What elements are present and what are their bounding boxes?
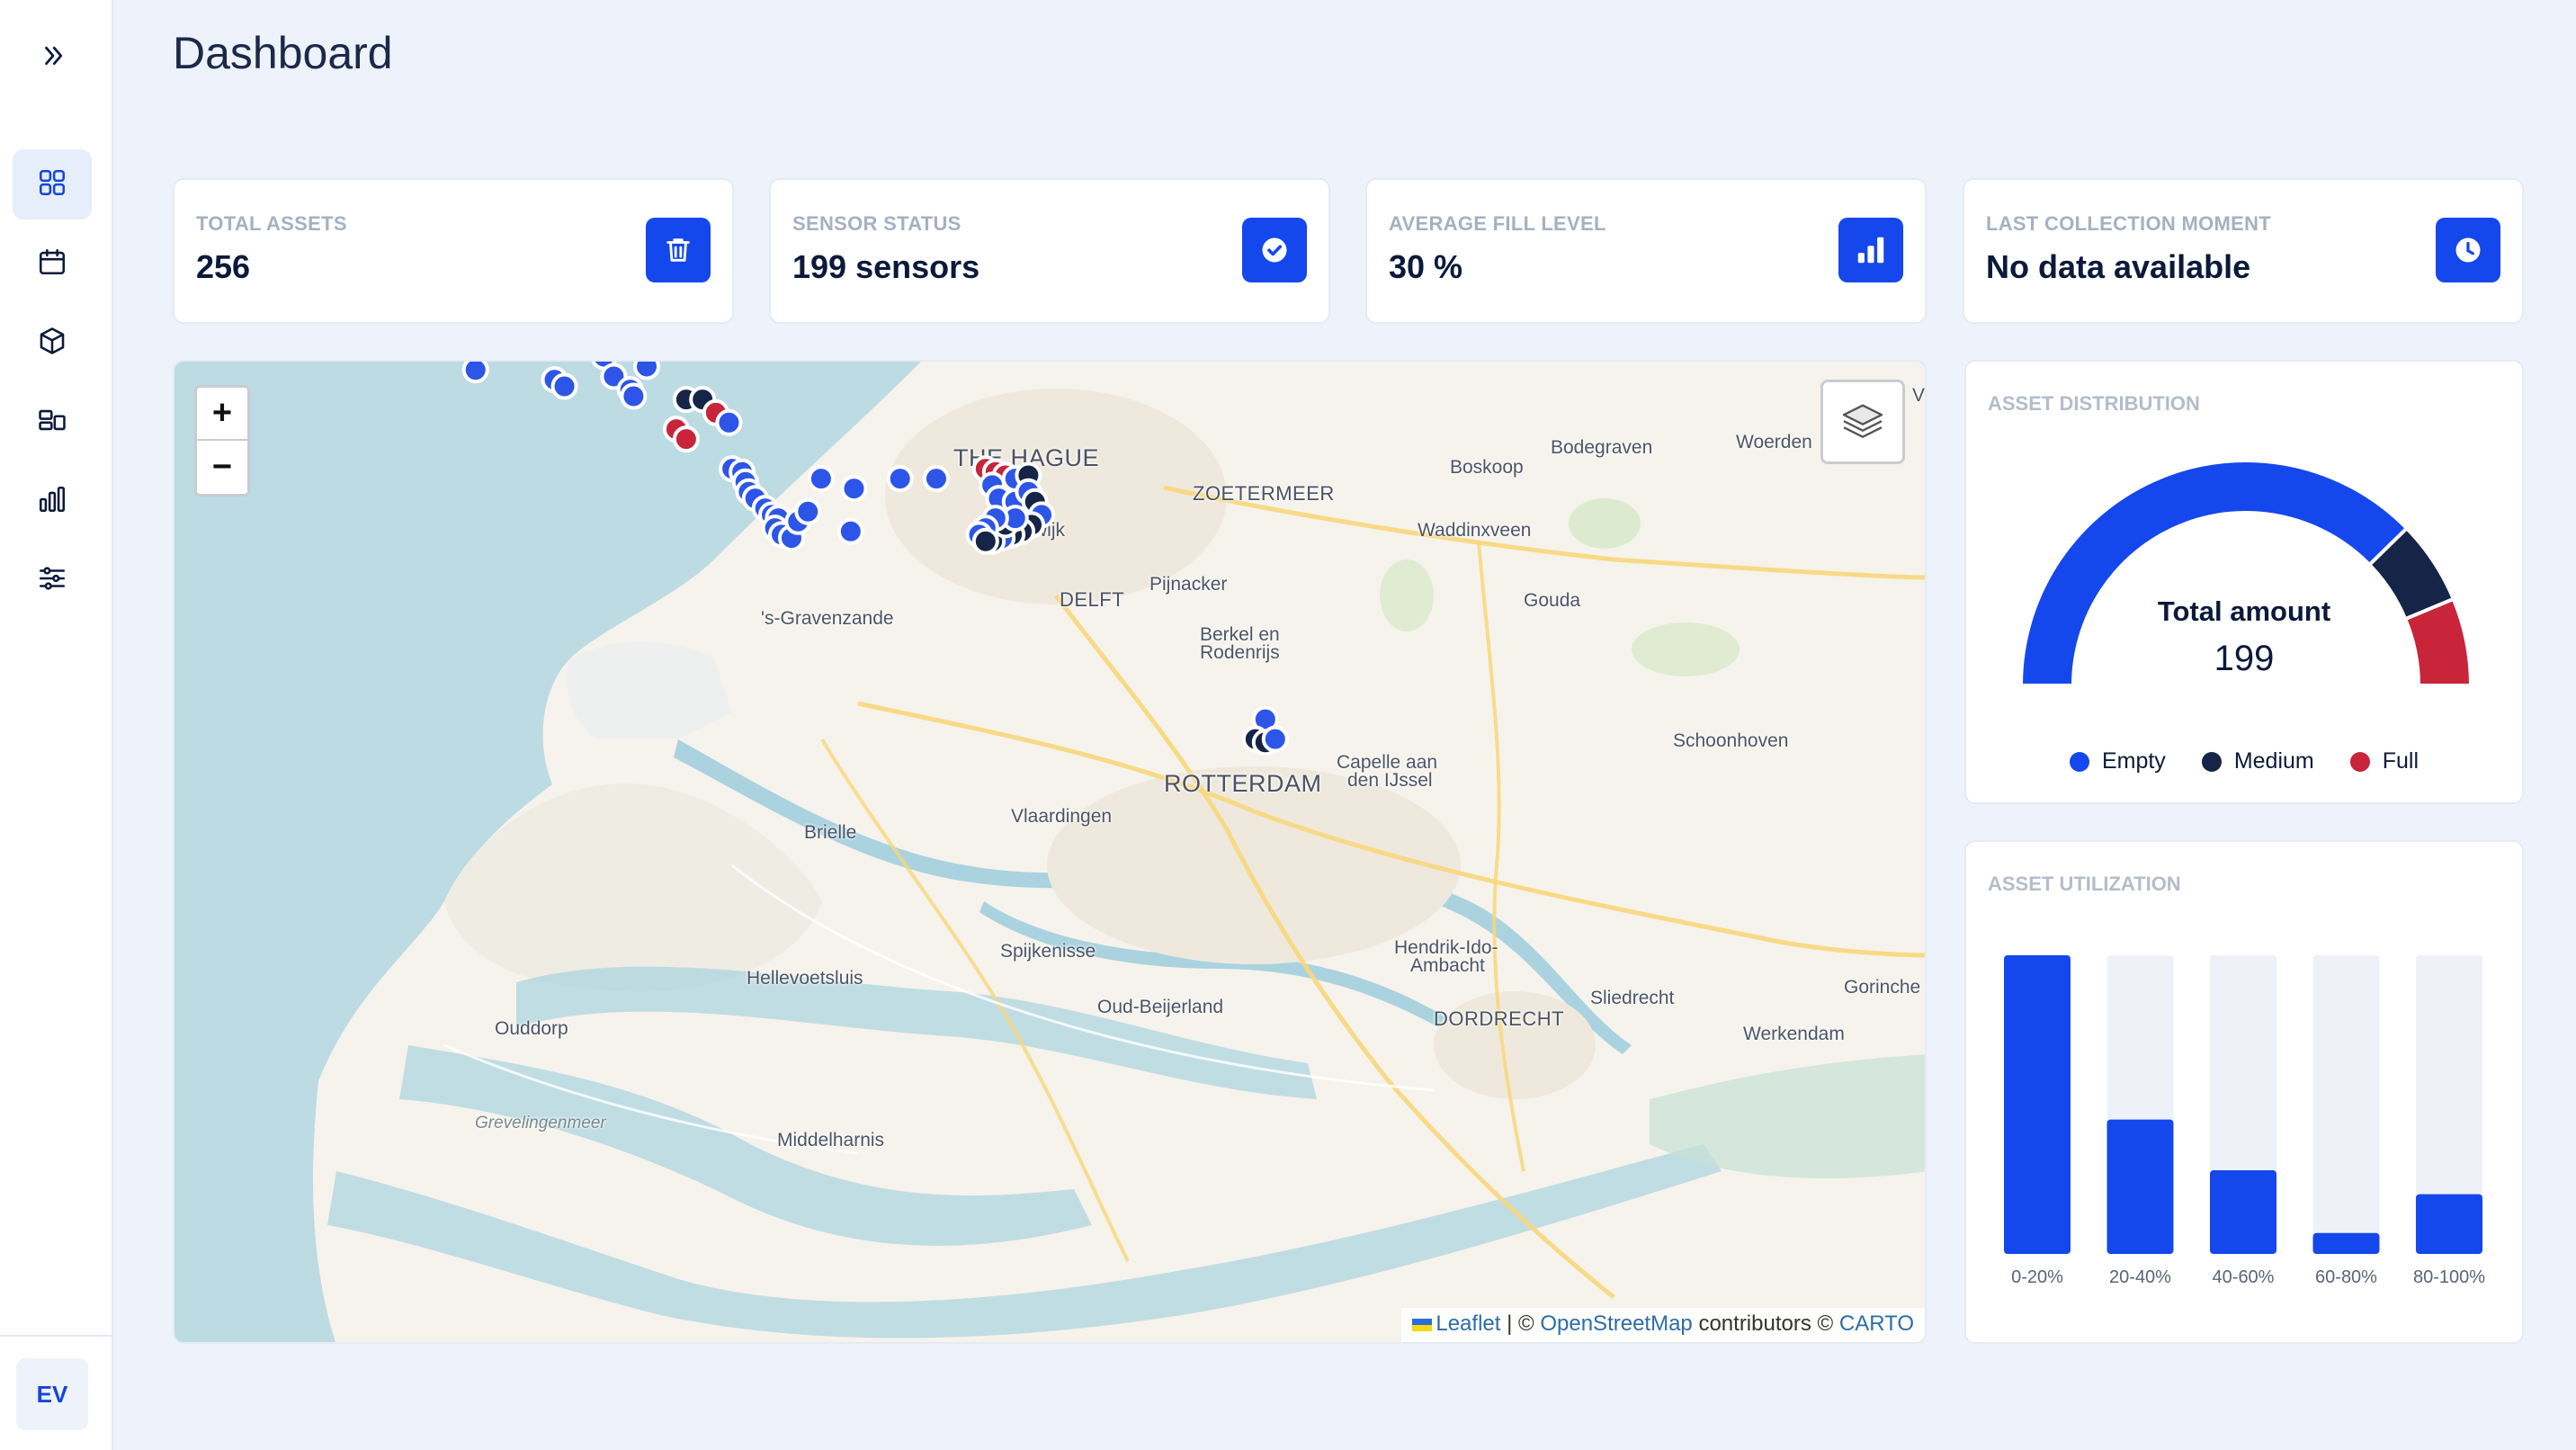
map-marker[interactable] xyxy=(886,465,914,493)
map-marker[interactable] xyxy=(715,408,743,436)
layout-icon xyxy=(37,405,67,440)
map-marker[interactable] xyxy=(807,465,835,493)
kpi-label: SENSOR STATUS xyxy=(792,212,962,235)
legend-item-medium[interactable]: Medium xyxy=(2201,748,2314,774)
legend-dot xyxy=(2069,751,2089,772)
sidebar-item-settings[interactable] xyxy=(13,545,92,615)
map-marker[interactable] xyxy=(1261,725,1289,753)
osm-link[interactable]: OpenStreetMap xyxy=(1540,1311,1692,1336)
box-icon xyxy=(37,326,67,361)
bar-80-100%[interactable] xyxy=(2416,1194,2482,1254)
zoom-in-button[interactable]: + xyxy=(197,388,247,441)
map-marker[interactable] xyxy=(461,362,489,384)
bar-40-60%[interactable] xyxy=(2210,1170,2276,1254)
map-markers xyxy=(461,362,1289,756)
asset-utilization-panel: ASSET UTILIZATION 0-20% 20-40% 40-60% 60-80… xyxy=(1964,840,2524,1344)
legend-item-empty[interactable]: Empty xyxy=(2069,748,2166,774)
map-marker[interactable] xyxy=(794,497,822,525)
grid-icon xyxy=(37,167,67,202)
bar-chart-icon xyxy=(1838,218,1903,282)
leaflet-link[interactable]: Leaflet xyxy=(1436,1311,1500,1336)
gauge-legend: Empty Medium Full xyxy=(1966,748,2522,774)
map-marker[interactable] xyxy=(971,527,999,555)
map-marker[interactable] xyxy=(620,382,648,410)
kpi-label: AVERAGE FILL LEVEL xyxy=(1389,212,1606,235)
user-avatar[interactable]: EV xyxy=(16,1358,88,1430)
map-marker[interactable] xyxy=(633,362,660,380)
bar-track xyxy=(2312,955,2380,1254)
page-title: Dashboard xyxy=(173,28,393,78)
attribution-contributors: contributors © xyxy=(1692,1311,1839,1336)
gauge-total: 199 xyxy=(2214,639,2275,678)
map-attribution: Leaflet | © OpenStreetMap contributors ©… xyxy=(1401,1308,1925,1342)
map-marker[interactable] xyxy=(672,425,700,453)
chevron-double-right-icon[interactable] xyxy=(32,38,74,74)
legend-dot xyxy=(2201,751,2222,772)
map-marker[interactable] xyxy=(836,517,864,545)
utilization-bar-chart: 0-20% 20-40% 40-60% 60-80% 80-100% xyxy=(2004,955,2485,1287)
map-marker[interactable] xyxy=(922,465,950,493)
kpi-card-total-assets: TOTAL ASSETS 256 xyxy=(173,178,734,324)
bar-label: 80-100% xyxy=(2413,1267,2485,1287)
sidebar-item-dashboard[interactable] xyxy=(13,149,92,219)
zoom-out-button[interactable]: − xyxy=(197,441,247,494)
sidebar-item-assets[interactable] xyxy=(13,308,92,378)
kpi-card-sensor-status: SENSOR STATUS 199 sensors xyxy=(769,178,1330,324)
gauge-title: Total amount xyxy=(2157,595,2331,627)
kpi-label: LAST COLLECTION MOMENT xyxy=(1986,212,2272,235)
bar-label: 0-20% xyxy=(2011,1267,2063,1287)
carto-link[interactable]: CARTO xyxy=(1839,1311,1914,1336)
kpi-value: 256 xyxy=(196,248,251,285)
ukraine-flag-icon xyxy=(1412,1318,1433,1331)
kpi-label: TOTAL ASSETS xyxy=(196,212,347,235)
sidebar-item-calendar[interactable] xyxy=(13,228,92,299)
bar-20-40%[interactable] xyxy=(2106,1119,2174,1254)
zoom-control: + − xyxy=(194,385,250,497)
legend-dot xyxy=(2349,751,2370,772)
layers-button[interactable] xyxy=(1820,380,1905,464)
bar-0-20%[interactable] xyxy=(2004,955,2071,1254)
asset-distribution-panel: ASSET DISTRIBUTION Total amount 199 Empt… xyxy=(1964,360,2524,804)
sliders-icon xyxy=(37,563,67,598)
calendar-icon xyxy=(37,246,67,282)
kpi-value: No data available xyxy=(1986,248,2251,285)
kpi-value: 199 sensors xyxy=(792,248,980,285)
legend-label: Medium xyxy=(2233,748,2314,774)
bar-60-80%[interactable] xyxy=(2312,1232,2380,1254)
bar-label: 40-60% xyxy=(2213,1267,2275,1287)
sidebar: EV xyxy=(0,0,113,1450)
legend-label: Empty xyxy=(2101,748,2166,774)
bar-label: 60-80% xyxy=(2315,1267,2377,1287)
sidebar-item-reports[interactable] xyxy=(13,466,92,536)
map-marker[interactable] xyxy=(840,475,868,503)
layers-icon xyxy=(1838,395,1888,450)
kpi-card-average-fill: AVERAGE FILL LEVEL 30 % xyxy=(1365,178,1927,324)
legend-item-full[interactable]: Full xyxy=(2349,748,2419,774)
bar-label: 20-40% xyxy=(2109,1267,2171,1287)
check-circle-icon xyxy=(1242,218,1307,282)
legend-label: Full xyxy=(2382,748,2419,774)
bar-chart-icon xyxy=(37,484,67,519)
sidebar-item-layout[interactable] xyxy=(13,387,92,457)
attribution-separator: | © xyxy=(1500,1311,1541,1336)
distribution-gauge xyxy=(2018,459,2473,687)
map-marker[interactable] xyxy=(550,372,578,400)
clock-icon xyxy=(2436,218,2500,282)
kpi-value: 30 % xyxy=(1389,248,1463,285)
kpi-card-last-collection: LAST COLLECTION MOMENT No data available xyxy=(1963,178,2524,324)
asset-map[interactable]: THE HAGUE ZOETERMEER Rijswijk DELFT Pijn… xyxy=(173,360,1927,1344)
sidebar-divider xyxy=(0,1335,113,1337)
trash-icon xyxy=(646,218,711,282)
